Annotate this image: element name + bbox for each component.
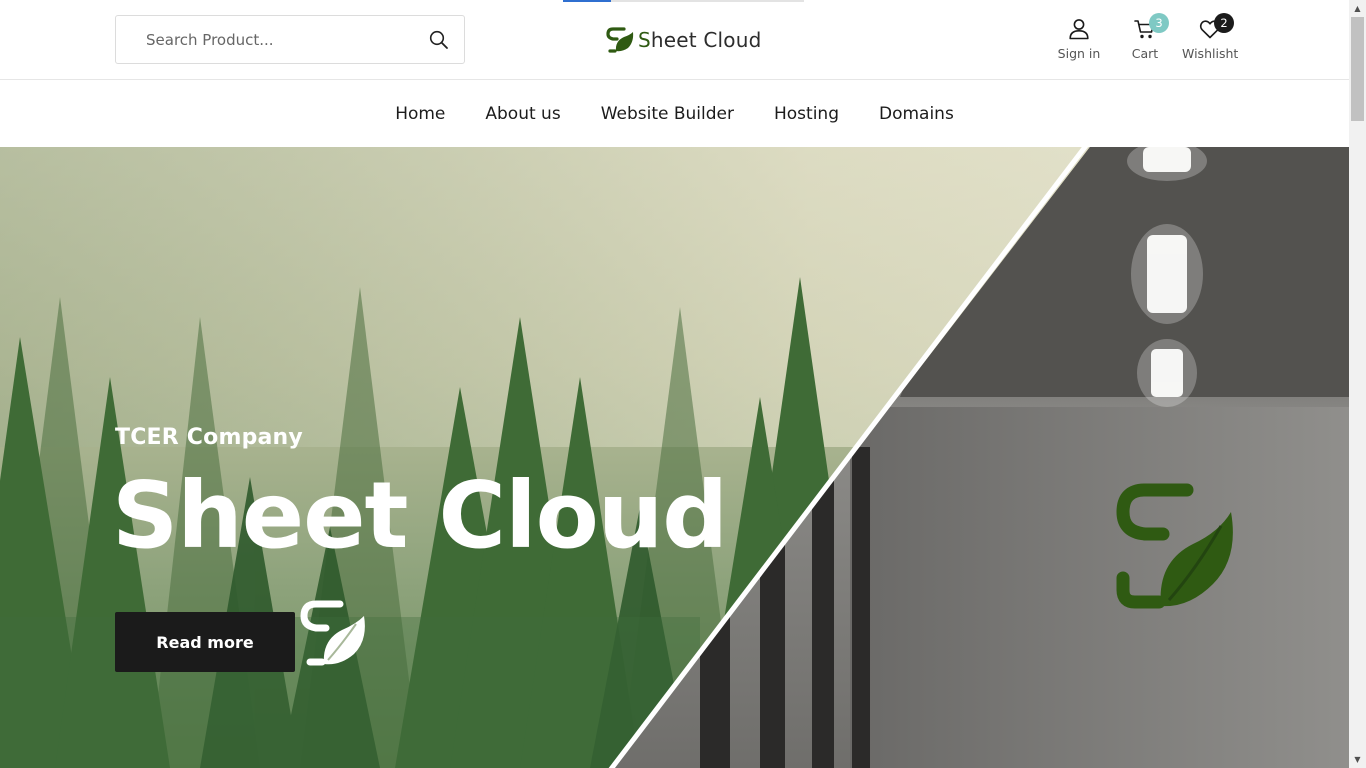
wishlist-count-badge: 2 [1214,13,1234,33]
leaf-s-logo-icon [300,600,365,666]
main-nav: Home About us Website Builder Hosting Do… [0,80,1349,147]
search-input[interactable] [117,17,417,62]
nav-item-hosting[interactable]: Hosting [774,104,839,124]
main-nav-list: Home About us Website Builder Hosting Do… [0,80,1349,147]
search-icon[interactable] [428,29,450,51]
nav-item-about-us[interactable]: About us [485,104,560,124]
cart-count-badge: 3 [1149,13,1169,33]
search-box [115,15,465,64]
nav-item-website-builder[interactable]: Website Builder [601,104,734,124]
user-icon [1069,19,1089,40]
sign-in-label: Sign in [1057,46,1101,61]
nav-item-domains[interactable]: Domains [879,104,954,124]
scroll-thumb[interactable] [1351,17,1364,121]
wishlist-label: Wishlisht [1182,46,1239,61]
leaf-s-logo-icon [606,27,634,53]
wishlist-button[interactable]: 2 Wishlisht [1182,13,1239,63]
sign-in-button[interactable]: Sign in [1056,17,1102,63]
page-load-progress [563,0,804,2]
scroll-up-arrow-icon[interactable]: ▲ [1349,0,1366,17]
cart-label: Cart [1131,46,1159,61]
read-more-button[interactable]: Read more [115,612,295,672]
leaf-s-logo-icon [1116,483,1233,609]
top-header: Sheet Cloud Sign in 3 Cart 2 [0,0,1349,80]
nav-item-home[interactable]: Home [395,104,445,124]
hero-subtitle: TCER Company [115,425,303,450]
logo-text: Sheet Cloud [638,28,762,52]
hero-background-image [0,147,1349,768]
cart-button[interactable]: 3 Cart [1128,13,1169,63]
page-load-progress-fill [563,0,612,2]
scroll-down-arrow-icon[interactable]: ▼ [1349,751,1366,768]
hero-banner: TCER Company Sheet Cloud Read more [0,147,1349,768]
logo-text-rest: heet Cloud [650,28,762,52]
site-logo[interactable]: Sheet Cloud [605,24,762,56]
page-scrollbar[interactable]: ▲ ▼ [1349,0,1366,768]
hero-title: Sheet Cloud [112,462,728,569]
page: Sheet Cloud Sign in 3 Cart 2 [0,0,1366,768]
logo-text-initial: S [638,28,651,52]
